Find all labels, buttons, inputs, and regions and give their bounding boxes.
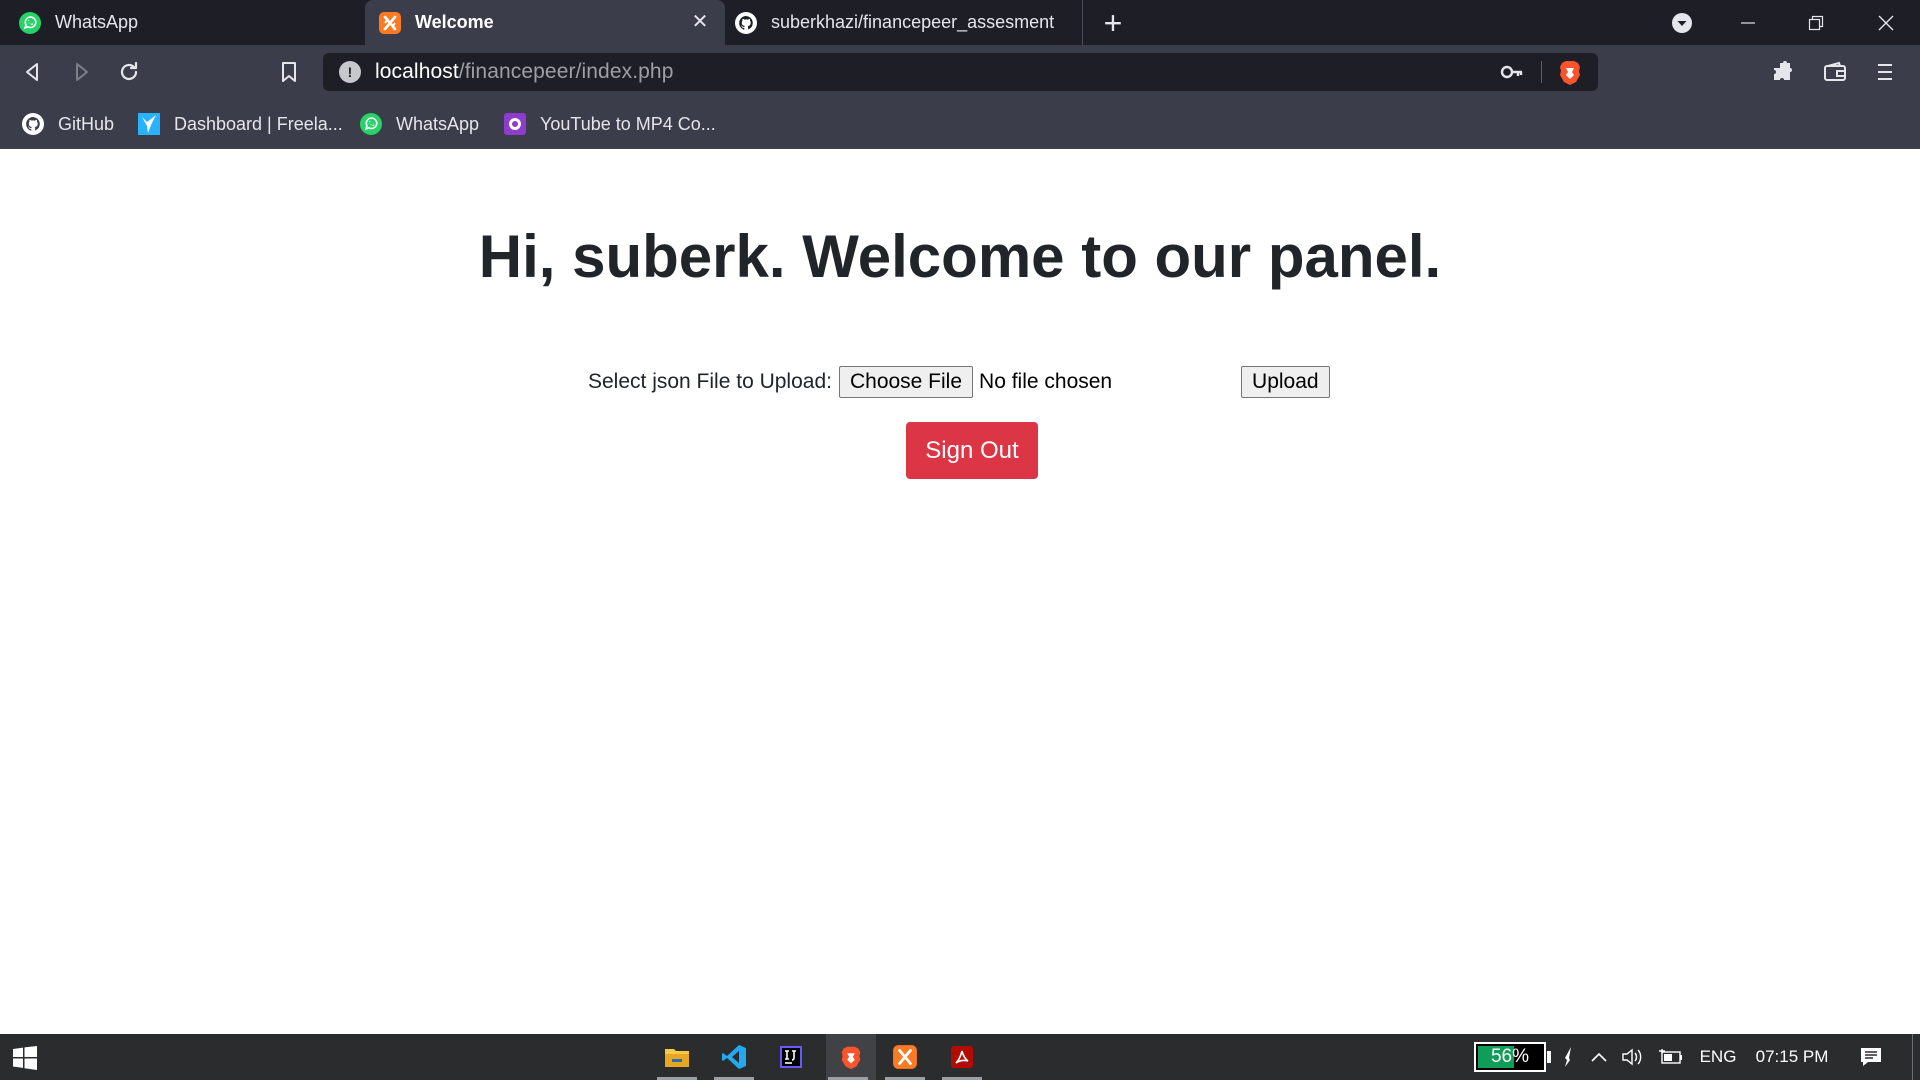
taskbar-xampp[interactable] [883, 1034, 927, 1080]
chevron-down-icon [1672, 12, 1692, 33]
speaker-icon [1622, 1048, 1642, 1066]
hamburger-icon [1878, 64, 1892, 80]
intellij-icon [780, 1046, 802, 1068]
xampp-icon [377, 10, 403, 36]
upload-form: Select json File to Upload: Choose File … [588, 365, 1330, 399]
key-icon[interactable] [1500, 61, 1524, 83]
main-menu-button[interactable] [1868, 55, 1902, 89]
upload-label: Select json File to Upload: [588, 370, 832, 393]
sign-out-button[interactable]: Sign Out [906, 422, 1038, 479]
windows-start-button[interactable] [12, 1045, 38, 1071]
bookmark-whatsapp[interactable]: WhatsApp [358, 109, 479, 139]
site-info-icon[interactable]: ! [339, 61, 361, 83]
tab-title: suberkhazi/financepeer_assesment [771, 12, 1055, 32]
whatsapp-icon [358, 111, 384, 137]
wallet-button[interactable] [1818, 55, 1852, 89]
close-icon[interactable]: ✕ [689, 11, 711, 33]
upload-button[interactable]: Upload [1241, 366, 1330, 398]
folder-icon [665, 1049, 689, 1067]
file-status-text: No file chosen [979, 370, 1113, 393]
freelancer-icon [136, 111, 162, 137]
taskbar-brave[interactable] [826, 1034, 876, 1080]
taskbar-file-explorer[interactable] [655, 1034, 699, 1080]
bookmark-youtube-converter[interactable]: YouTube to MP4 Co... [502, 109, 716, 139]
acrobat-icon [951, 1046, 973, 1068]
volume-button[interactable] [1618, 1034, 1646, 1080]
window-close-button[interactable] [1858, 0, 1914, 45]
bookmark-label: Dashboard | Freela... [174, 113, 343, 134]
whatsapp-icon [17, 10, 43, 36]
clock[interactable]: 07:15 PM [1750, 1034, 1834, 1080]
brave-icon [841, 1046, 861, 1070]
bookmark-button[interactable] [272, 55, 306, 89]
bookmarks-bar: GitHub Dashboard | Freela... WhatsApp Yo… [0, 99, 1920, 149]
username: suberk [572, 223, 769, 290]
battery-cap [1547, 1051, 1551, 1063]
vscode-icon [722, 1045, 746, 1069]
bookmark-label: YouTube to MP4 Co... [540, 113, 716, 134]
choose-file-button[interactable]: Choose File [838, 366, 974, 398]
forward-button[interactable] [64, 55, 98, 89]
bookmark-icon [282, 62, 296, 82]
reload-button[interactable] [112, 55, 146, 89]
pen-tray-button[interactable] [1556, 1034, 1582, 1080]
divider [1541, 61, 1542, 83]
reload-icon [120, 61, 138, 81]
close-icon [1878, 15, 1894, 30]
tab-search-button[interactable] [1654, 0, 1710, 45]
back-button[interactable] [16, 55, 50, 89]
taskbar-acrobat[interactable] [940, 1034, 984, 1080]
restore-icon [1808, 15, 1824, 30]
battery-charging-icon [1659, 1049, 1682, 1064]
back-arrow-icon [26, 63, 38, 81]
show-hidden-icons-button[interactable] [1588, 1034, 1610, 1080]
bookmark-label: GitHub [58, 113, 115, 134]
url-text[interactable]: localhost/financepeer/index.php [375, 60, 674, 84]
pen-icon [1565, 1047, 1571, 1067]
github-icon [20, 111, 46, 137]
github-icon [733, 10, 759, 36]
notification-icon [1861, 1048, 1881, 1066]
puzzle-icon [1774, 61, 1792, 80]
browser-tab-strip: WhatsApp Welcome ✕ suberkhazi/financepee… [0, 0, 1920, 45]
page-content: Hi, suberk. Welcome to our panel. Select… [0, 149, 1920, 1034]
bookmark-label: WhatsApp [396, 113, 480, 134]
brave-shields-icon[interactable] [1556, 58, 1584, 86]
restore-button[interactable] [1788, 0, 1844, 45]
taskbar-vscode[interactable] [712, 1034, 756, 1080]
tab-github-repo[interactable]: suberkhazi/financepeer_assesment [733, 0, 1083, 45]
wallet-icon [1824, 61, 1846, 81]
tab-whatsapp[interactable]: WhatsApp [17, 0, 357, 45]
windows-logo-icon [13, 1046, 37, 1070]
windows-taskbar: 56% ENG 07:15 PM [0, 1034, 1920, 1080]
chevron-up-icon [1591, 1052, 1607, 1062]
minimize-icon [1741, 21, 1755, 24]
battery-meter-widget[interactable]: 56% [1474, 1042, 1546, 1072]
action-center-button[interactable] [1856, 1034, 1886, 1080]
tab-welcome[interactable]: Welcome ✕ [365, 0, 725, 45]
battery-tray-button[interactable] [1656, 1034, 1686, 1080]
welcome-heading: Hi, suberk. Welcome to our panel. [478, 223, 1442, 290]
tab-title: WhatsApp [55, 12, 139, 32]
tab-title: Welcome [415, 12, 494, 32]
minimize-button[interactable] [1720, 0, 1776, 45]
browser-toolbar: ! localhost/financepeer/index.php [0, 45, 1920, 99]
address-bar[interactable]: ! localhost/financepeer/index.php [323, 53, 1598, 91]
taskbar-intellij[interactable] [769, 1034, 813, 1080]
extensions-button[interactable] [1766, 55, 1800, 89]
xampp-icon [893, 1045, 917, 1069]
bookmark-freelancer[interactable]: Dashboard | Freela... [136, 109, 343, 139]
input-language-button[interactable]: ENG [1694, 1034, 1742, 1080]
youtube-converter-icon [502, 111, 528, 137]
forward-arrow-icon [76, 63, 88, 81]
new-tab-button[interactable]: + [1098, 7, 1128, 39]
bookmark-github[interactable]: GitHub [20, 109, 114, 139]
battery-percent: 56% [1490, 1046, 1530, 1067]
show-desktop-button[interactable] [1912, 1034, 1913, 1080]
